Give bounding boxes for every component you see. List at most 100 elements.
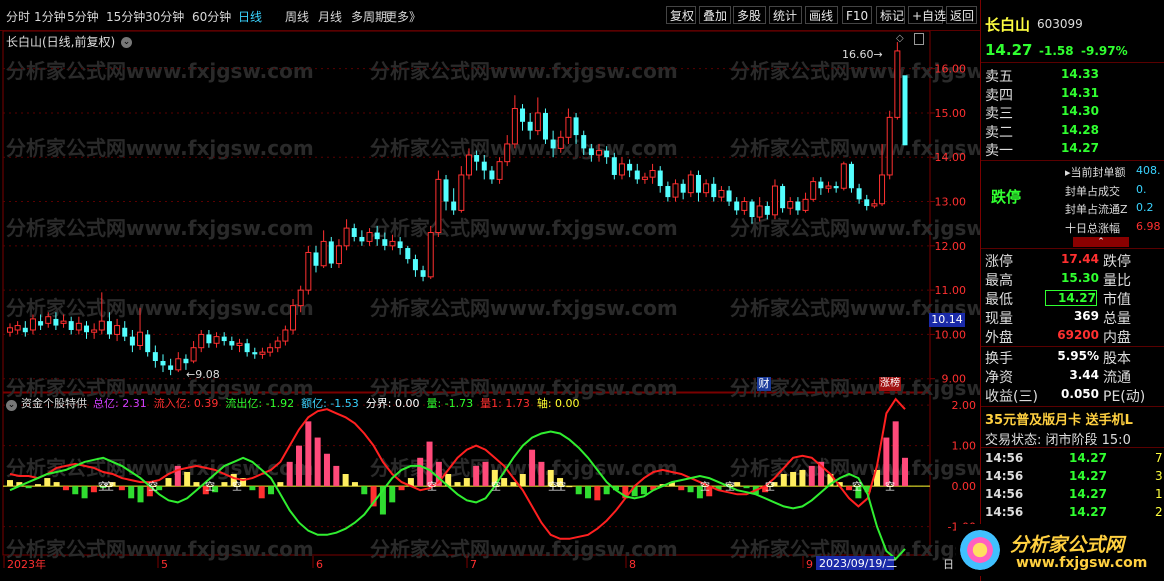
period-tab-7[interactable]: 周线 <box>285 8 309 25</box>
indicator-bar-negative <box>678 486 685 491</box>
period-tab-9[interactable]: 多周期 <box>351 8 387 25</box>
candle-body-down <box>657 170 663 187</box>
period-tab-10[interactable]: 更多》 <box>385 8 421 25</box>
watermark-text: 分析家公式网www.fxjgsw.com <box>6 296 314 320</box>
indicator-bar-positive <box>734 482 741 487</box>
stat-value-2: 14.27 <box>1045 290 1097 306</box>
window-toggle-icon[interactable] <box>914 33 924 45</box>
kong-label: 空 <box>700 480 710 493</box>
indicator-bar-positive <box>799 469 806 487</box>
period-tab-5[interactable]: 60分钟 <box>192 8 231 25</box>
kline-chart[interactable]: 分析家公式网www.fxjgsw.com 分析家公式网www.fxjgsw.com… <box>0 0 980 581</box>
indicator-chevron-icon[interactable]: ⌄ <box>6 400 17 411</box>
title-chevron-icon[interactable]: ⌄ <box>121 37 133 48</box>
indicator-value-5: 量: -1.73 <box>426 397 474 410</box>
trade-status: 交易状态: 闭市阶段 15:0 <box>985 433 1131 448</box>
indicator-bar-positive <box>510 482 517 487</box>
toolbar-button-8[interactable]: 返回 <box>946 6 977 24</box>
candle-body-down <box>53 318 59 326</box>
divider <box>981 62 1164 63</box>
ask-price-0: 14.33 <box>1061 67 1099 81</box>
site-logo: 分析家公式网 www.fxjgsw.com <box>956 524 1156 576</box>
x-label: 7 <box>470 558 477 571</box>
toolbar-button-3[interactable]: 统计 <box>769 6 802 24</box>
diamond-icon[interactable]: ◇ <box>896 33 906 44</box>
kong-label: 空 <box>765 480 775 493</box>
candle-body-up <box>190 347 197 362</box>
indicator-bar-positive <box>277 482 284 487</box>
kong-label: 空 <box>725 480 735 493</box>
period-tab-8[interactable]: 月线 <box>318 8 342 25</box>
candle-body-down <box>359 236 365 242</box>
indicator-bar-positive <box>454 482 461 487</box>
indicator-bar-negative <box>137 486 144 503</box>
logo-url: www.fxjgsw.com <box>1016 555 1148 571</box>
candle-body-down <box>382 239 388 246</box>
indicator-bar-positive <box>296 445 303 487</box>
tick-price-1: 14.27 <box>1069 469 1107 483</box>
toolbar-button-2[interactable]: 多股 <box>733 6 766 24</box>
ask-price-1: 14.31 <box>1061 85 1099 100</box>
candle-body-up <box>458 174 465 211</box>
promo-banner[interactable]: 35元普及版月卡 送手机L <box>985 409 1163 428</box>
candle-body-down <box>229 341 235 346</box>
toolbar-button-4[interactable]: 画线 <box>805 6 838 24</box>
ask-label-4: 卖一 <box>985 143 1013 159</box>
candle-body-down <box>680 183 686 193</box>
kong-label: 空 <box>205 480 215 493</box>
finance-badge[interactable]: 财 <box>757 377 771 391</box>
candle-body-down <box>221 336 227 342</box>
candle-body-down <box>68 321 74 330</box>
divider <box>981 346 1164 347</box>
price-label: 11.00 <box>935 284 967 297</box>
kong-label: 空 <box>852 480 862 493</box>
toolbar-button-7[interactable]: +自选 <box>908 6 946 24</box>
indicator-bar-negative <box>687 486 694 493</box>
seal-label-2: 封单占流通Z <box>1065 203 1128 216</box>
indicator-bar-positive <box>883 437 890 487</box>
collapse-toggle-icon[interactable]: ⌃ <box>1073 237 1129 247</box>
rank-badge[interactable]: 涨榜 <box>879 377 901 391</box>
period-tab-0[interactable]: 分时 <box>6 8 30 25</box>
candle-body-down <box>481 161 487 171</box>
candle-body-up <box>198 333 205 349</box>
period-tab-2[interactable]: 5分钟 <box>67 8 99 25</box>
divider <box>981 406 1164 407</box>
candle-body-up <box>741 201 748 211</box>
toolbar-button-1[interactable]: 叠加 <box>699 6 731 24</box>
price-label: 13.00 <box>935 196 967 209</box>
toolbar-button-0[interactable]: 复权 <box>666 6 696 24</box>
price-label: 10.00 <box>935 328 967 341</box>
candle-body-down <box>848 163 854 189</box>
candle-body-up <box>7 327 13 333</box>
toolbar-button-5[interactable]: F10 <box>842 6 872 24</box>
stat-label-2: 最低 <box>985 292 1013 308</box>
indicator-bar-positive <box>473 465 480 487</box>
candle-body-up <box>871 203 878 207</box>
candle-body-up <box>504 143 511 163</box>
candle-body-down <box>183 358 189 364</box>
indicator-bar-negative <box>389 486 396 503</box>
indicator-bar-positive <box>184 471 191 487</box>
toolbar-button-6[interactable]: 标记 <box>876 6 905 24</box>
period-tab-3[interactable]: 15分钟 <box>106 8 145 25</box>
indicator-bar-negative <box>90 486 97 493</box>
candle-body-down <box>405 248 411 260</box>
indicator-bar-negative <box>118 486 125 491</box>
x-label: 8 <box>629 558 636 571</box>
period-tab-1[interactable]: 1分钟 <box>34 8 66 25</box>
period-tab-4[interactable]: 30分钟 <box>145 8 184 25</box>
seal-value-0: 408. <box>1136 164 1161 177</box>
stat2-value-0: 5.95% <box>1057 349 1099 363</box>
candle-body-up <box>886 116 893 176</box>
candle-body-down <box>520 108 526 122</box>
indicator-value-3: 额亿: -1.53 <box>301 397 359 410</box>
candle-body-down <box>573 117 579 136</box>
candle-body-up <box>213 336 220 344</box>
stat-value-1: 15.30 <box>1061 271 1099 285</box>
indicator-bar-positive <box>519 474 526 487</box>
period-tab-6[interactable]: 日线 <box>238 8 262 25</box>
top-toolbar: 分时 1分钟 5分钟 15分钟 30分钟 60分钟 日线 周线 月线 多周期 更多》 复权 叠加 多股 统计… <box>0 0 980 31</box>
watermark-text: 分析家公式网www.fxjgsw.com <box>6 537 314 561</box>
tick-price-0: 14.27 <box>1069 451 1107 465</box>
